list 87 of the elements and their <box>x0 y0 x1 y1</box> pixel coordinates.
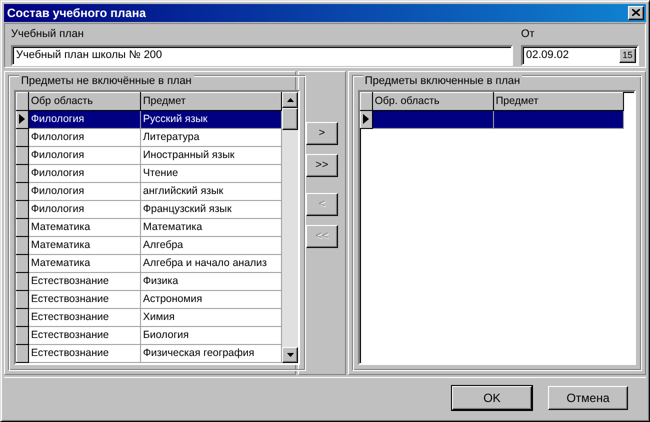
table-cell: Литература <box>140 128 282 146</box>
row-selector[interactable] <box>16 218 28 236</box>
calendar-button[interactable]: 15 <box>619 48 636 63</box>
table-cell: Математика <box>28 254 140 272</box>
table-cell: Иностранный язык <box>140 146 282 164</box>
table-cell: Математика <box>28 236 140 254</box>
column-header[interactable]: Обр область <box>28 92 140 110</box>
grid-row[interactable]: Естествознание Химия <box>16 308 282 326</box>
row-selector[interactable] <box>16 254 28 272</box>
table-cell: Французский язык <box>140 200 282 218</box>
table-cell: Филология <box>28 146 140 164</box>
table-cell: Физика <box>140 272 282 290</box>
table-cell: Астрономия <box>140 290 282 308</box>
plan-name-field[interactable]: Учебный план школы № 200 <box>11 44 513 66</box>
grid-row[interactable]: Филология Французский язык <box>16 200 282 218</box>
grid-row[interactable]: Математика Алгебра и начало анализ <box>16 254 282 272</box>
table-cell: Естествознание <box>28 326 140 344</box>
table-cell: Филология <box>28 164 140 182</box>
up-arrow-icon <box>286 98 294 102</box>
row-selector[interactable] <box>16 110 28 128</box>
grid-row[interactable]: Филология Иностранный язык <box>16 146 282 164</box>
move-button[interactable]: >> <box>306 154 338 177</box>
window-title: Состав учебного плана <box>7 6 146 20</box>
grid-row[interactable]: Естествознание Астрономия <box>16 290 282 308</box>
grid-row[interactable]: Математика Математика <box>16 218 282 236</box>
column-header[interactable]: Предмет <box>140 92 282 110</box>
row-selector[interactable] <box>16 182 28 200</box>
row-selector <box>360 92 372 110</box>
column-header[interactable]: Обр. область <box>372 92 494 110</box>
grid-row[interactable]: Естествознание Биология <box>16 326 282 344</box>
down-arrow-icon <box>286 352 294 357</box>
group-title: Предметы включенные в план <box>362 74 522 88</box>
scrollbar[interactable] <box>282 92 298 363</box>
field-label: Учебный план <box>11 28 85 41</box>
table-cell: Алгебра и начало анализ <box>140 254 282 272</box>
grid-row[interactable] <box>360 110 624 128</box>
group-title: Предметы не включённые в план <box>19 74 194 88</box>
scroll-down-button[interactable] <box>282 346 298 363</box>
table-cell: Русский язык <box>140 110 282 128</box>
table-cell: Филология <box>28 200 140 218</box>
table-cell: Математика <box>28 218 140 236</box>
table-cell: Филология <box>28 110 140 128</box>
table-cell: Естествознание <box>28 290 140 308</box>
move-button[interactable]: > <box>306 122 338 145</box>
field-label: От <box>521 28 536 41</box>
close-button[interactable] <box>628 6 644 20</box>
table-cell: Биология <box>140 326 282 344</box>
grid-row[interactable]: Филология Литература <box>16 128 282 146</box>
row-selector[interactable] <box>16 290 28 308</box>
grid-row[interactable]: Естествознание Физика <box>16 272 282 290</box>
grid-row[interactable]: Филология английский язык <box>16 182 282 200</box>
scroll-up-button[interactable] <box>282 92 298 108</box>
row-selector[interactable] <box>16 326 28 344</box>
table-cell: Алгебра <box>140 236 282 254</box>
table-cell: английский язык <box>140 182 282 200</box>
current-row-icon <box>18 113 27 126</box>
current-row-icon <box>361 113 371 126</box>
grid-row[interactable]: Филология Русский язык <box>16 110 282 128</box>
row-selector[interactable] <box>16 164 28 182</box>
ok-button[interactable]: OK <box>452 386 532 410</box>
table-cell: Чтение <box>140 164 282 182</box>
grid-row[interactable]: Естествознание Физическая география <box>16 344 282 362</box>
scroll-thumb[interactable] <box>282 108 298 130</box>
column-header[interactable]: Предмет <box>493 92 624 110</box>
row-selector[interactable] <box>16 344 28 362</box>
row-selector[interactable] <box>16 200 28 218</box>
grid-row[interactable]: Математика Алгебра <box>16 236 282 254</box>
row-selector[interactable] <box>16 272 28 290</box>
close-icon <box>632 9 640 16</box>
table-cell: Физическая география <box>140 344 282 362</box>
row-selector <box>16 92 28 110</box>
row-selector[interactable] <box>360 110 372 128</box>
row-selector[interactable] <box>16 146 28 164</box>
table-cell: Естествознание <box>28 272 140 290</box>
date-field[interactable]: 02.09.02 15 <box>521 44 639 66</box>
row-selector[interactable] <box>16 128 28 146</box>
table-cell: Филология <box>28 128 140 146</box>
table-cell: Естествознание <box>28 308 140 326</box>
grid-row[interactable]: Филология Чтение <box>16 164 282 182</box>
table-cell: Химия <box>140 308 282 326</box>
date-value: 02.09.02 <box>526 48 569 62</box>
row-selector[interactable] <box>16 308 28 326</box>
table-cell: Естествознание <box>28 344 140 362</box>
row-selector[interactable] <box>16 236 28 254</box>
table-cell: Математика <box>140 218 282 236</box>
cancel-button[interactable]: Отмена <box>548 386 628 410</box>
table-cell: Филология <box>28 182 140 200</box>
